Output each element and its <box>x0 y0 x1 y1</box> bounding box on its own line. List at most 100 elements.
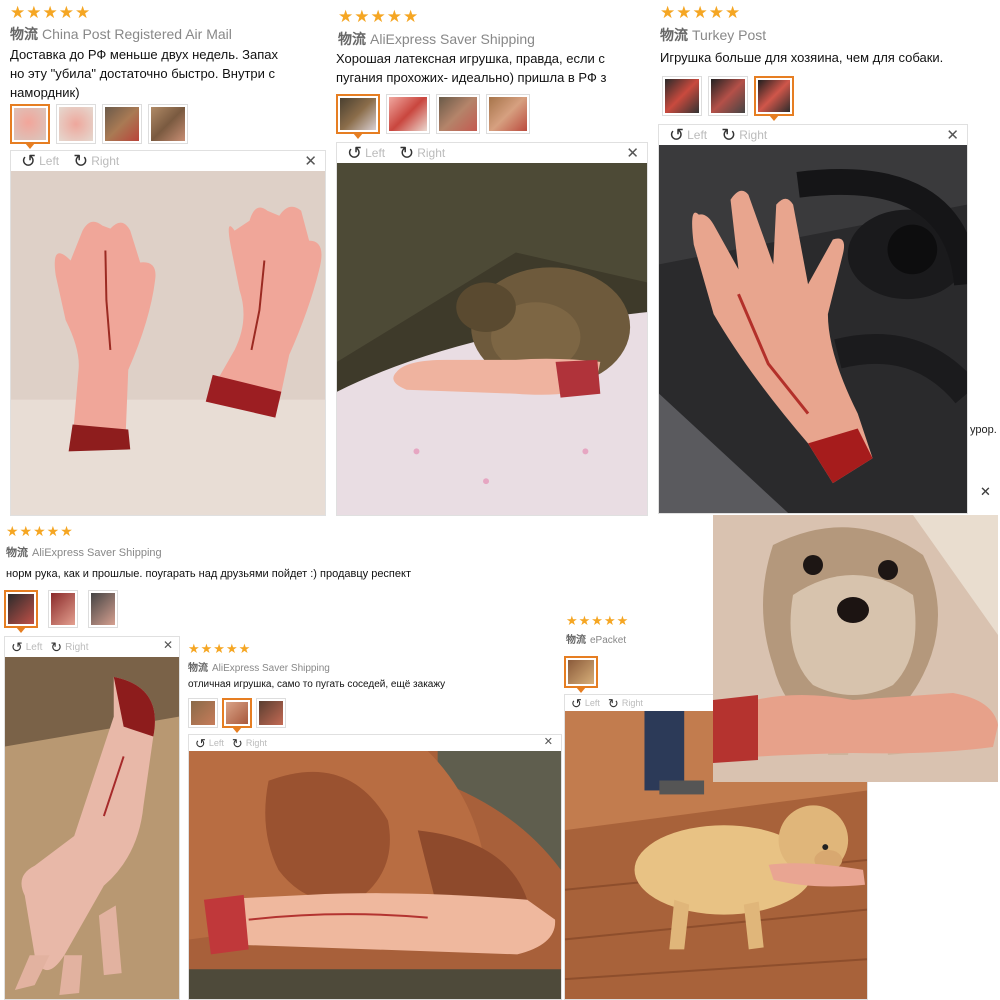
rating-stars: ★★★★★ <box>10 3 92 22</box>
thumbnail-1[interactable] <box>336 94 380 139</box>
close-icon[interactable]: ✕ <box>304 152 317 170</box>
thumbnail-3[interactable] <box>88 590 118 628</box>
rotate-left-label: Left <box>365 146 386 160</box>
shipping-name: ePacket <box>590 635 627 646</box>
rotate-right-button[interactable]: ↻ Right <box>608 697 643 710</box>
photo-hand-in-car <box>659 145 967 513</box>
truncated-text: урор. <box>970 424 997 436</box>
thumbnail-strip <box>10 104 188 149</box>
rotate-left-button[interactable]: ↺ Left <box>195 737 224 750</box>
shipping-method: 物流 Turkey Post <box>660 25 766 45</box>
thumbnail-1[interactable] <box>188 698 218 728</box>
rotate-right-label: Right <box>65 641 89 653</box>
rotate-right-button[interactable]: ↻ Right <box>232 737 267 750</box>
thumbnail-1[interactable] <box>4 590 38 633</box>
review-card-3: ★★★★★ 物流 Turkey Post Игрушка больше для х… <box>656 0 1000 520</box>
review-photo <box>5 657 179 999</box>
thumbnail-2[interactable] <box>222 698 252 733</box>
thumbnail-3[interactable] <box>436 94 480 134</box>
rotate-left-icon: ↺ <box>669 125 685 145</box>
rotate-left-button[interactable]: ↺ Left <box>21 152 59 170</box>
review-photo <box>189 751 561 999</box>
rating-stars: ★★★★★ <box>188 641 252 656</box>
thumbnail-strip <box>188 698 286 733</box>
shipping-method: 物流 AliExpress Saver Shipping <box>6 544 162 560</box>
thumbnail-1[interactable] <box>10 104 50 149</box>
close-icon[interactable]: ✕ <box>544 735 553 748</box>
image-viewer: ↺ Left ↻ Right ✕ <box>10 150 326 516</box>
thumbnail-strip <box>4 590 118 633</box>
rating-stars: ★★★★★ <box>6 523 74 539</box>
review-text: Игрушка больше для хозяина, чем для соба… <box>660 50 944 65</box>
photo-yorkie-with-hand <box>713 515 998 782</box>
zoomed-photo <box>713 515 998 782</box>
viewer-toolbar: ↺ Left ↻ Right ✕ <box>5 637 179 657</box>
photo-severed-hand <box>5 657 179 999</box>
thumbnail-2[interactable] <box>708 76 748 116</box>
shipping-name: AliExpress Saver Shipping <box>370 31 535 47</box>
rating-stars: ★★★★★ <box>660 3 742 22</box>
thumbnail-strip <box>336 94 530 139</box>
rating-stars: ★★★★★ <box>338 7 420 26</box>
thumbnail-3[interactable] <box>754 76 794 121</box>
image-viewer: ↺ Left ↻ Right ✕ <box>188 734 562 1000</box>
photo-sleeping-dog <box>189 751 561 999</box>
rotate-right-icon: ↻ <box>50 639 63 655</box>
review-photo <box>659 145 967 513</box>
rotate-right-icon: ↻ <box>73 151 89 171</box>
image-viewer: ↺ Left ↻ Right ✕ <box>4 636 180 1000</box>
shipping-method: 物流 AliExpress Saver Shipping <box>338 29 535 49</box>
close-icon[interactable]: ✕ <box>163 638 173 652</box>
rotate-right-icon: ↻ <box>231 735 243 751</box>
rotate-right-label: Right <box>621 698 643 708</box>
rotate-right-icon: ↻ <box>607 695 619 711</box>
shipping-prefix: 物流 <box>188 663 208 674</box>
thumbnail-4[interactable] <box>148 104 188 144</box>
close-icon[interactable]: ✕ <box>626 144 639 162</box>
review-text: отличная игрушка, само то пугать соседей… <box>188 679 446 690</box>
rotate-left-icon: ↺ <box>11 639 23 655</box>
rating-stars: ★★★★★ <box>566 613 630 628</box>
thumbnail-1[interactable] <box>662 76 702 116</box>
rotate-right-button[interactable]: ↻ Right <box>50 640 88 654</box>
thumbnail-3[interactable] <box>256 698 286 728</box>
viewer-toolbar: ↺ Left ↻ Right ✕ <box>11 151 325 171</box>
review-card-1: ★★★★★ 物流 China Post Registered Air Mail Д… <box>0 0 332 520</box>
rotate-right-button[interactable]: ↻ Right <box>399 144 445 162</box>
thumbnail-2[interactable] <box>48 590 78 628</box>
thumbnail-4[interactable] <box>486 94 530 134</box>
rotate-right-button[interactable]: ↻ Right <box>73 152 119 170</box>
shipping-name: AliExpress Saver Shipping <box>212 663 330 674</box>
image-viewer: ↺ Left ↻ Right ✕ <box>336 142 648 516</box>
review-text: Доставка до РФ меньше двух недель. Запах… <box>10 47 279 100</box>
rotate-left-label: Left <box>25 641 43 653</box>
shipping-method: 物流 China Post Registered Air Mail <box>10 24 232 44</box>
rotate-left-button[interactable]: ↺ Left <box>571 697 600 710</box>
rotate-right-button[interactable]: ↻ Right <box>721 126 767 144</box>
review-photo <box>337 163 647 515</box>
review-card-5: ★★★★★ 物流 AliExpress Saver Shipping отличн… <box>184 636 564 1000</box>
review-photo <box>11 171 325 515</box>
rotate-right-icon: ↻ <box>721 125 737 145</box>
viewer-toolbar: ↺ Left ↻ Right ✕ <box>189 735 561 751</box>
rotate-left-icon: ↺ <box>571 695 582 711</box>
rotate-left-label: Left <box>687 128 708 142</box>
close-icon[interactable]: ✕ <box>980 484 991 500</box>
rotate-left-label: Left <box>208 738 224 748</box>
rotate-left-button[interactable]: ↺ Left <box>669 126 707 144</box>
shipping-name: Turkey Post <box>692 27 767 43</box>
shipping-name: China Post Registered Air Mail <box>42 26 232 42</box>
rotate-left-button[interactable]: ↺ Left <box>347 144 385 162</box>
thumbnail-1[interactable] <box>564 656 598 693</box>
rotate-left-icon: ↺ <box>21 151 37 171</box>
thumbnail-2[interactable] <box>386 94 430 134</box>
close-icon[interactable]: ✕ <box>946 126 959 144</box>
thumbnail-strip <box>564 656 598 693</box>
viewer-toolbar: ↺ Left ↻ Right ✕ <box>337 143 647 163</box>
thumbnail-2[interactable] <box>56 104 96 144</box>
rotate-left-label: Left <box>39 154 60 168</box>
rotate-left-button[interactable]: ↺ Left <box>11 640 42 654</box>
rotate-left-label: Left <box>584 698 600 708</box>
thumbnail-3[interactable] <box>102 104 142 144</box>
shipping-name: AliExpress Saver Shipping <box>32 547 162 559</box>
